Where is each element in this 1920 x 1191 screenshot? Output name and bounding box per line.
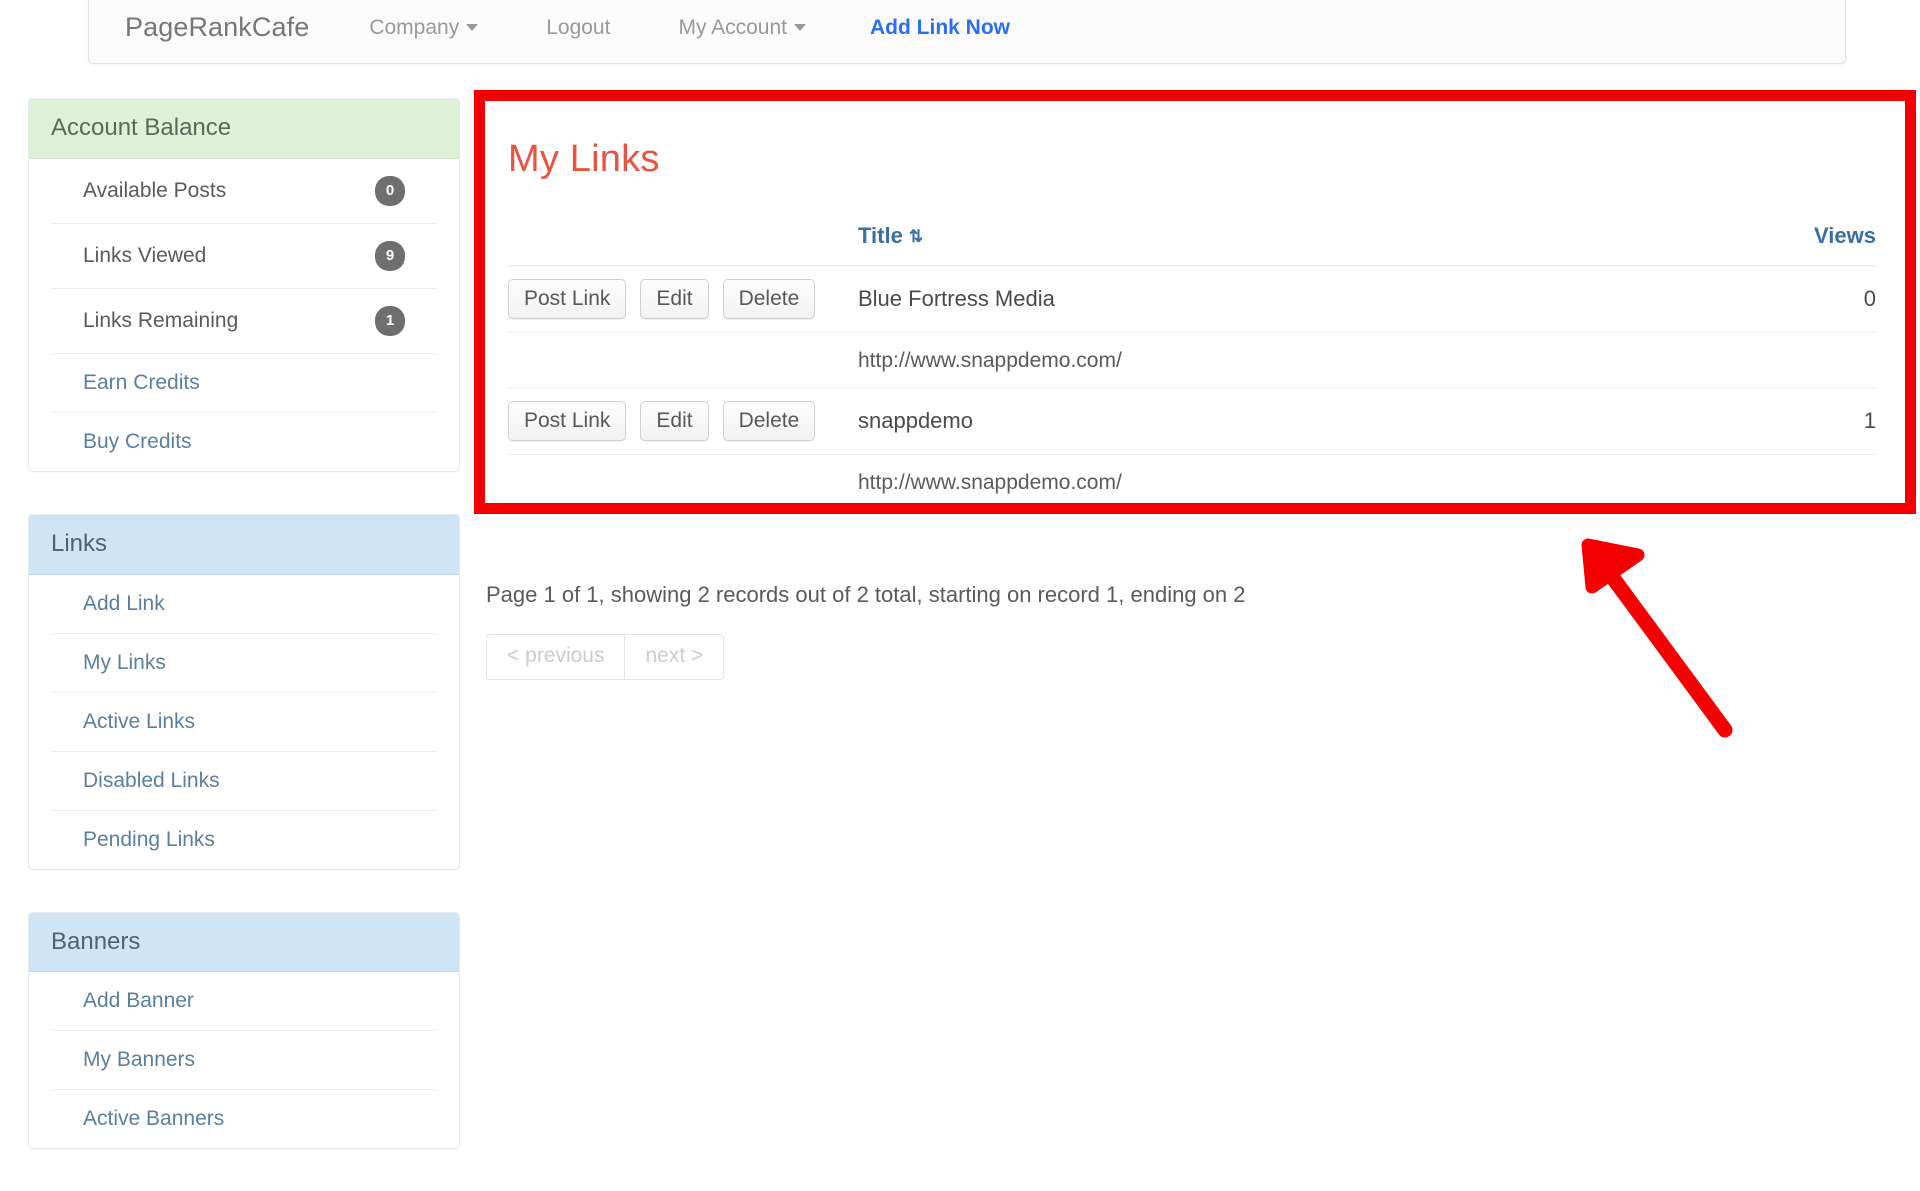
sidebar-item-links-viewed[interactable]: Links Viewed 9 xyxy=(51,224,437,289)
column-header-actions xyxy=(508,223,858,266)
pagination-info: Page 1 of 1, showing 2 records out of 2 … xyxy=(486,582,1246,608)
links-table-head: Title ⇅ Views xyxy=(508,223,1876,266)
sidebar-item-label: Active Links xyxy=(83,709,196,733)
sidebar-item-label: Earn Credits xyxy=(83,370,200,394)
sidebar-item-my-links[interactable]: My Links xyxy=(51,634,437,693)
chevron-down-icon xyxy=(466,24,479,31)
sidebar-item-active-banners[interactable]: Active Banners xyxy=(51,1090,437,1148)
panel-links: Links Add Link My Links Active Links Dis… xyxy=(28,513,460,870)
sidebar-item-active-links[interactable]: Active Links xyxy=(51,693,437,752)
delete-button[interactable]: Delete xyxy=(722,401,816,442)
panel-banners-body: Add Banner My Banners Active Banners xyxy=(29,972,459,1148)
sidebar-item-links-remaining[interactable]: Links Remaining 1 xyxy=(51,289,437,354)
row-views: 0 xyxy=(1706,265,1876,334)
row-views: 1 xyxy=(1706,387,1876,456)
my-links-card: My Links Title ⇅ Views Post Link Edit Delet… xyxy=(482,98,1902,551)
panel-account-balance-title: Account Balance xyxy=(29,99,459,159)
row-url-views-spacer xyxy=(1706,454,1876,511)
status-badge: 9 xyxy=(375,240,405,271)
panel-account-balance-body: Available Posts 0 Links Viewed 9 Links R… xyxy=(29,159,459,471)
row-actions: Post Link Edit Delete xyxy=(508,387,858,456)
nav-item-company-label: Company xyxy=(369,15,460,39)
next-page-button[interactable]: next > xyxy=(625,634,725,681)
row-url: http://www.snappdemo.com/ xyxy=(858,332,1706,389)
row-url-text[interactable]: http://www.snappdemo.com/ xyxy=(858,471,1122,494)
sidebar-item-label: My Links xyxy=(83,650,166,674)
pagination: < previous next > xyxy=(486,634,725,681)
sidebar-item-my-banners[interactable]: My Banners xyxy=(51,1031,437,1091)
row-url-spacer xyxy=(508,454,858,511)
column-header-views[interactable]: Views xyxy=(1706,223,1876,266)
sidebar-item-label: Pending Links xyxy=(83,827,215,851)
sidebar-item-label: My Banners xyxy=(83,1048,196,1072)
table-row: Post Link Edit Delete Blue Fortress Media … xyxy=(508,265,1876,334)
panel-links-title: Links xyxy=(29,514,459,575)
page-title: My Links xyxy=(508,138,660,180)
table-header-row: Title ⇅ Views xyxy=(508,223,1876,266)
row-url: http://www.snappdemo.com/ xyxy=(858,454,1706,511)
nav-item-logout[interactable]: Logout xyxy=(512,16,644,40)
sidebar-item-label: Active Banners xyxy=(83,1107,225,1131)
post-link-button[interactable]: Post Link xyxy=(508,401,627,442)
column-header-title[interactable]: Title ⇅ xyxy=(858,223,1706,266)
add-link-now-button[interactable]: Add Link Now xyxy=(840,16,1040,40)
sidebar: Account Balance Available Posts 0 Links … xyxy=(28,98,460,1191)
sidebar-item-pending-links[interactable]: Pending Links xyxy=(51,811,437,869)
status-badge: 0 xyxy=(375,175,405,206)
sort-icon[interactable]: ⇅ xyxy=(909,227,923,247)
row-actions: Post Link Edit Delete xyxy=(508,265,858,334)
nav-item-logout-label: Logout xyxy=(546,15,611,39)
sidebar-item-label: Add Banner xyxy=(83,989,194,1013)
column-header-title-label: Title xyxy=(858,223,903,248)
table-row-url: http://www.snappdemo.com/ xyxy=(508,332,1876,389)
sidebar-item-add-link[interactable]: Add Link xyxy=(51,575,437,634)
row-url-text[interactable]: http://www.snappdemo.com/ xyxy=(858,349,1122,372)
sidebar-item-label: Links Remaining xyxy=(83,308,239,332)
row-url-spacer xyxy=(508,332,858,389)
nav-item-company[interactable]: Company xyxy=(335,16,512,40)
panel-banners-title: Banners xyxy=(29,912,459,973)
edit-button[interactable]: Edit xyxy=(640,401,709,442)
sidebar-item-label: Links Viewed xyxy=(83,243,207,267)
main-content: My Links Title ⇅ Views Post Link Edit Delet… xyxy=(482,98,1902,681)
sidebar-item-label: Add Link xyxy=(83,591,165,615)
panel-banners: Banners Add Banner My Banners Active Ban… xyxy=(28,911,460,1150)
sidebar-item-disabled-links[interactable]: Disabled Links xyxy=(51,752,437,811)
links-table-body: Post Link Edit Delete Blue Fortress Media … xyxy=(508,265,1876,511)
sidebar-item-add-banner[interactable]: Add Banner xyxy=(51,972,437,1032)
post-link-button[interactable]: Post Link xyxy=(508,279,627,320)
sidebar-item-available-posts[interactable]: Available Posts 0 xyxy=(51,159,437,224)
status-badge: 1 xyxy=(375,305,405,336)
top-navbar: PageRankCafe Company Logout My Account A… xyxy=(88,0,1846,64)
nav-item-my-account-label: My Account xyxy=(678,15,788,39)
delete-button[interactable]: Delete xyxy=(722,279,816,320)
sidebar-item-earn-credits[interactable]: Earn Credits xyxy=(51,354,437,413)
sidebar-item-label: Disabled Links xyxy=(83,768,220,792)
panel-links-body: Add Link My Links Active Links Disabled … xyxy=(29,575,459,869)
previous-page-button[interactable]: < previous xyxy=(486,634,626,681)
row-title: Blue Fortress Media xyxy=(858,265,1706,334)
chevron-down-icon xyxy=(794,24,807,31)
table-row-url: http://www.snappdemo.com/ xyxy=(508,454,1876,511)
sidebar-item-buy-credits[interactable]: Buy Credits xyxy=(51,413,437,471)
brand-logo[interactable]: PageRankCafe xyxy=(89,12,335,43)
table-row: Post Link Edit Delete snappdemo 1 xyxy=(508,387,1876,456)
panel-account-balance: Account Balance Available Posts 0 Links … xyxy=(28,98,460,472)
row-title: snappdemo xyxy=(858,387,1706,456)
sidebar-item-label: Buy Credits xyxy=(83,429,192,453)
links-table: Title ⇅ Views Post Link Edit Delete Blue Fo… xyxy=(508,223,1876,511)
row-url-views-spacer xyxy=(1706,332,1876,389)
edit-button[interactable]: Edit xyxy=(640,279,709,320)
sidebar-item-label: Available Posts xyxy=(83,178,227,202)
nav-item-my-account[interactable]: My Account xyxy=(644,16,840,40)
